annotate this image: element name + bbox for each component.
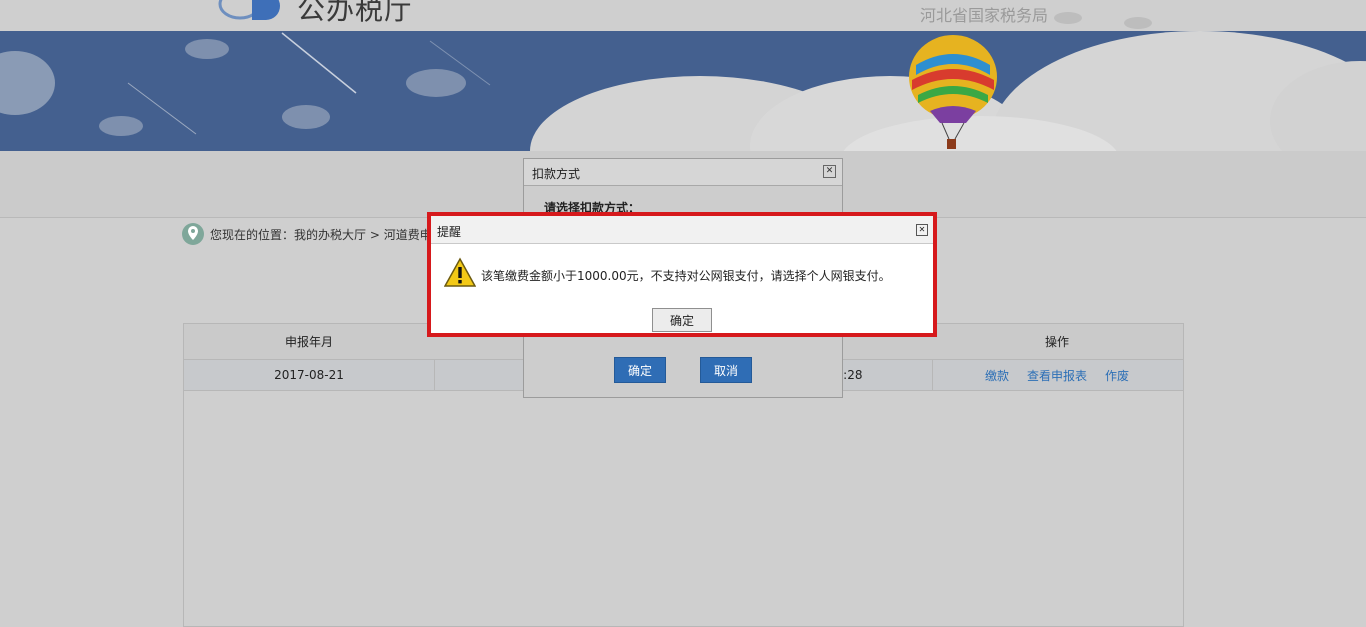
cell-actions: 缴款 查看申报表 作废 [932,360,1182,390]
cloud-decoration-icon [1054,12,1152,29]
column-header-actions: 操作 [1044,335,1069,349]
banner-art-icon [0,31,1366,151]
breadcrumb-prefix: 您现在的位置：我的办税大厅 > 河道费申 [210,227,432,242]
top-header [0,0,1366,31]
column-header-period: 申报年月 [284,335,333,349]
alert-titlebar: 提醒 ✕ [431,216,933,244]
alert-message: 该笔缴费金额小于1000.00元，不支持对公网银支付，请选择个人网银支付。 [481,269,891,283]
alert-ok-button[interactable]: 确定 [652,308,712,332]
close-icon[interactable]: ✕ [916,224,928,236]
column-divider [434,360,435,390]
payment-dialog-titlebar: 扣款方式 ✕ [524,159,842,186]
payment-cancel-button[interactable]: 取消 [700,357,752,383]
void-link[interactable]: 作废 [1105,367,1129,384]
payment-dialog-title: 扣款方式 [532,167,581,181]
pay-link[interactable]: 缴款 [985,367,1009,384]
cell-date: 2017-08-21 [274,368,344,382]
warning-icon [444,257,476,287]
banner [0,31,1366,151]
breadcrumb-link-home[interactable]: 我的办税大厅 [294,228,366,242]
location-pin-icon [182,223,204,245]
breadcrumb-link-current[interactable]: 河道费申 [384,228,432,242]
payment-confirm-button[interactable]: 确定 [614,357,666,383]
alert-title: 提醒 [437,225,462,239]
bureau-name: 河北省国家税务局 [920,6,1049,25]
view-declaration-link[interactable]: 查看申报表 [1027,367,1087,384]
breadcrumb: 您现在的位置：我的办税大厅 > 河道费申 [182,222,432,246]
site-title: 公办税厅 [297,0,414,26]
logo-icon [218,0,280,20]
alert-dialog: 提醒 ✕ 该笔缴费金额小于1000.00元，不支持对公网银支付，请选择个人网银支… [431,216,933,333]
close-icon[interactable]: ✕ [823,165,836,178]
